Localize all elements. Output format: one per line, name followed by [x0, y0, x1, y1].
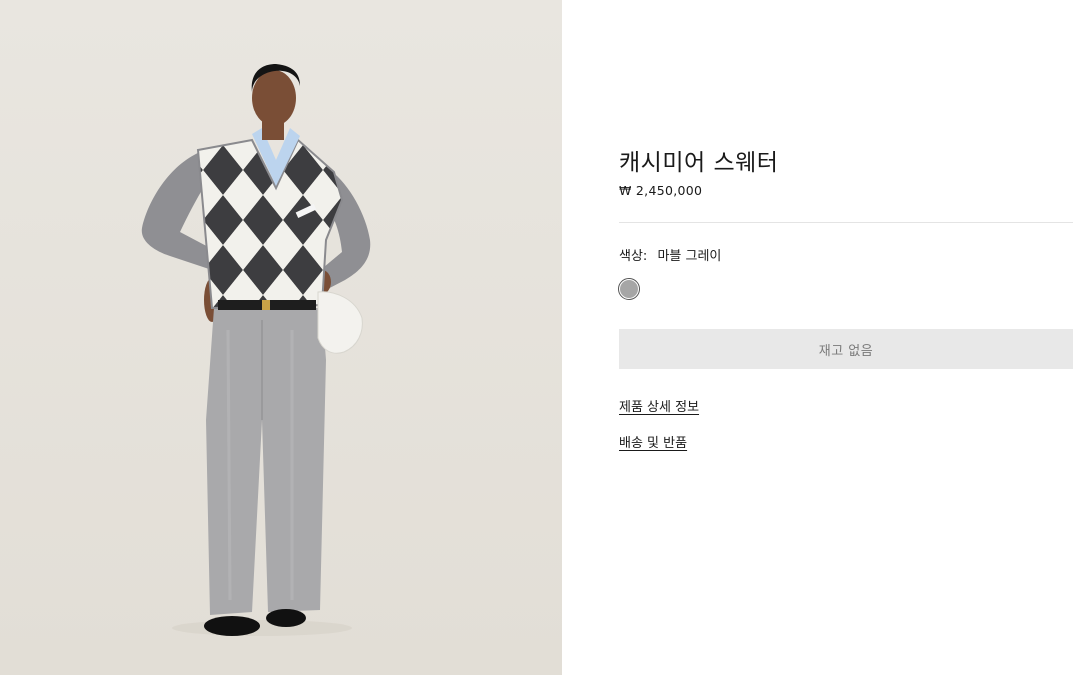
product-details-link[interactable]: 제품 상세 정보 [619, 396, 699, 415]
color-swatch-icon [620, 280, 638, 298]
model-photo [0, 0, 562, 675]
color-swatch-marble-grey[interactable] [618, 278, 640, 300]
product-image [0, 0, 562, 675]
out-of-stock-button[interactable]: 재고 없음 [619, 329, 1073, 369]
color-label: 색상: [619, 249, 648, 264]
selected-color-name: 마블 그레이 [657, 249, 722, 264]
product-price: ₩ 2,450,000 [619, 183, 703, 198]
divider [619, 222, 1073, 223]
color-selection: 색상: 마블 그레이 [619, 245, 721, 264]
product-title: 캐시미어 스웨터 [619, 150, 779, 176]
product-info-panel: 캐시미어 스웨터 ₩ 2,450,000 색상: 마블 그레이 재고 없음 제품… [618, 0, 1073, 675]
shipping-returns-link[interactable]: 배송 및 반품 [619, 432, 687, 451]
